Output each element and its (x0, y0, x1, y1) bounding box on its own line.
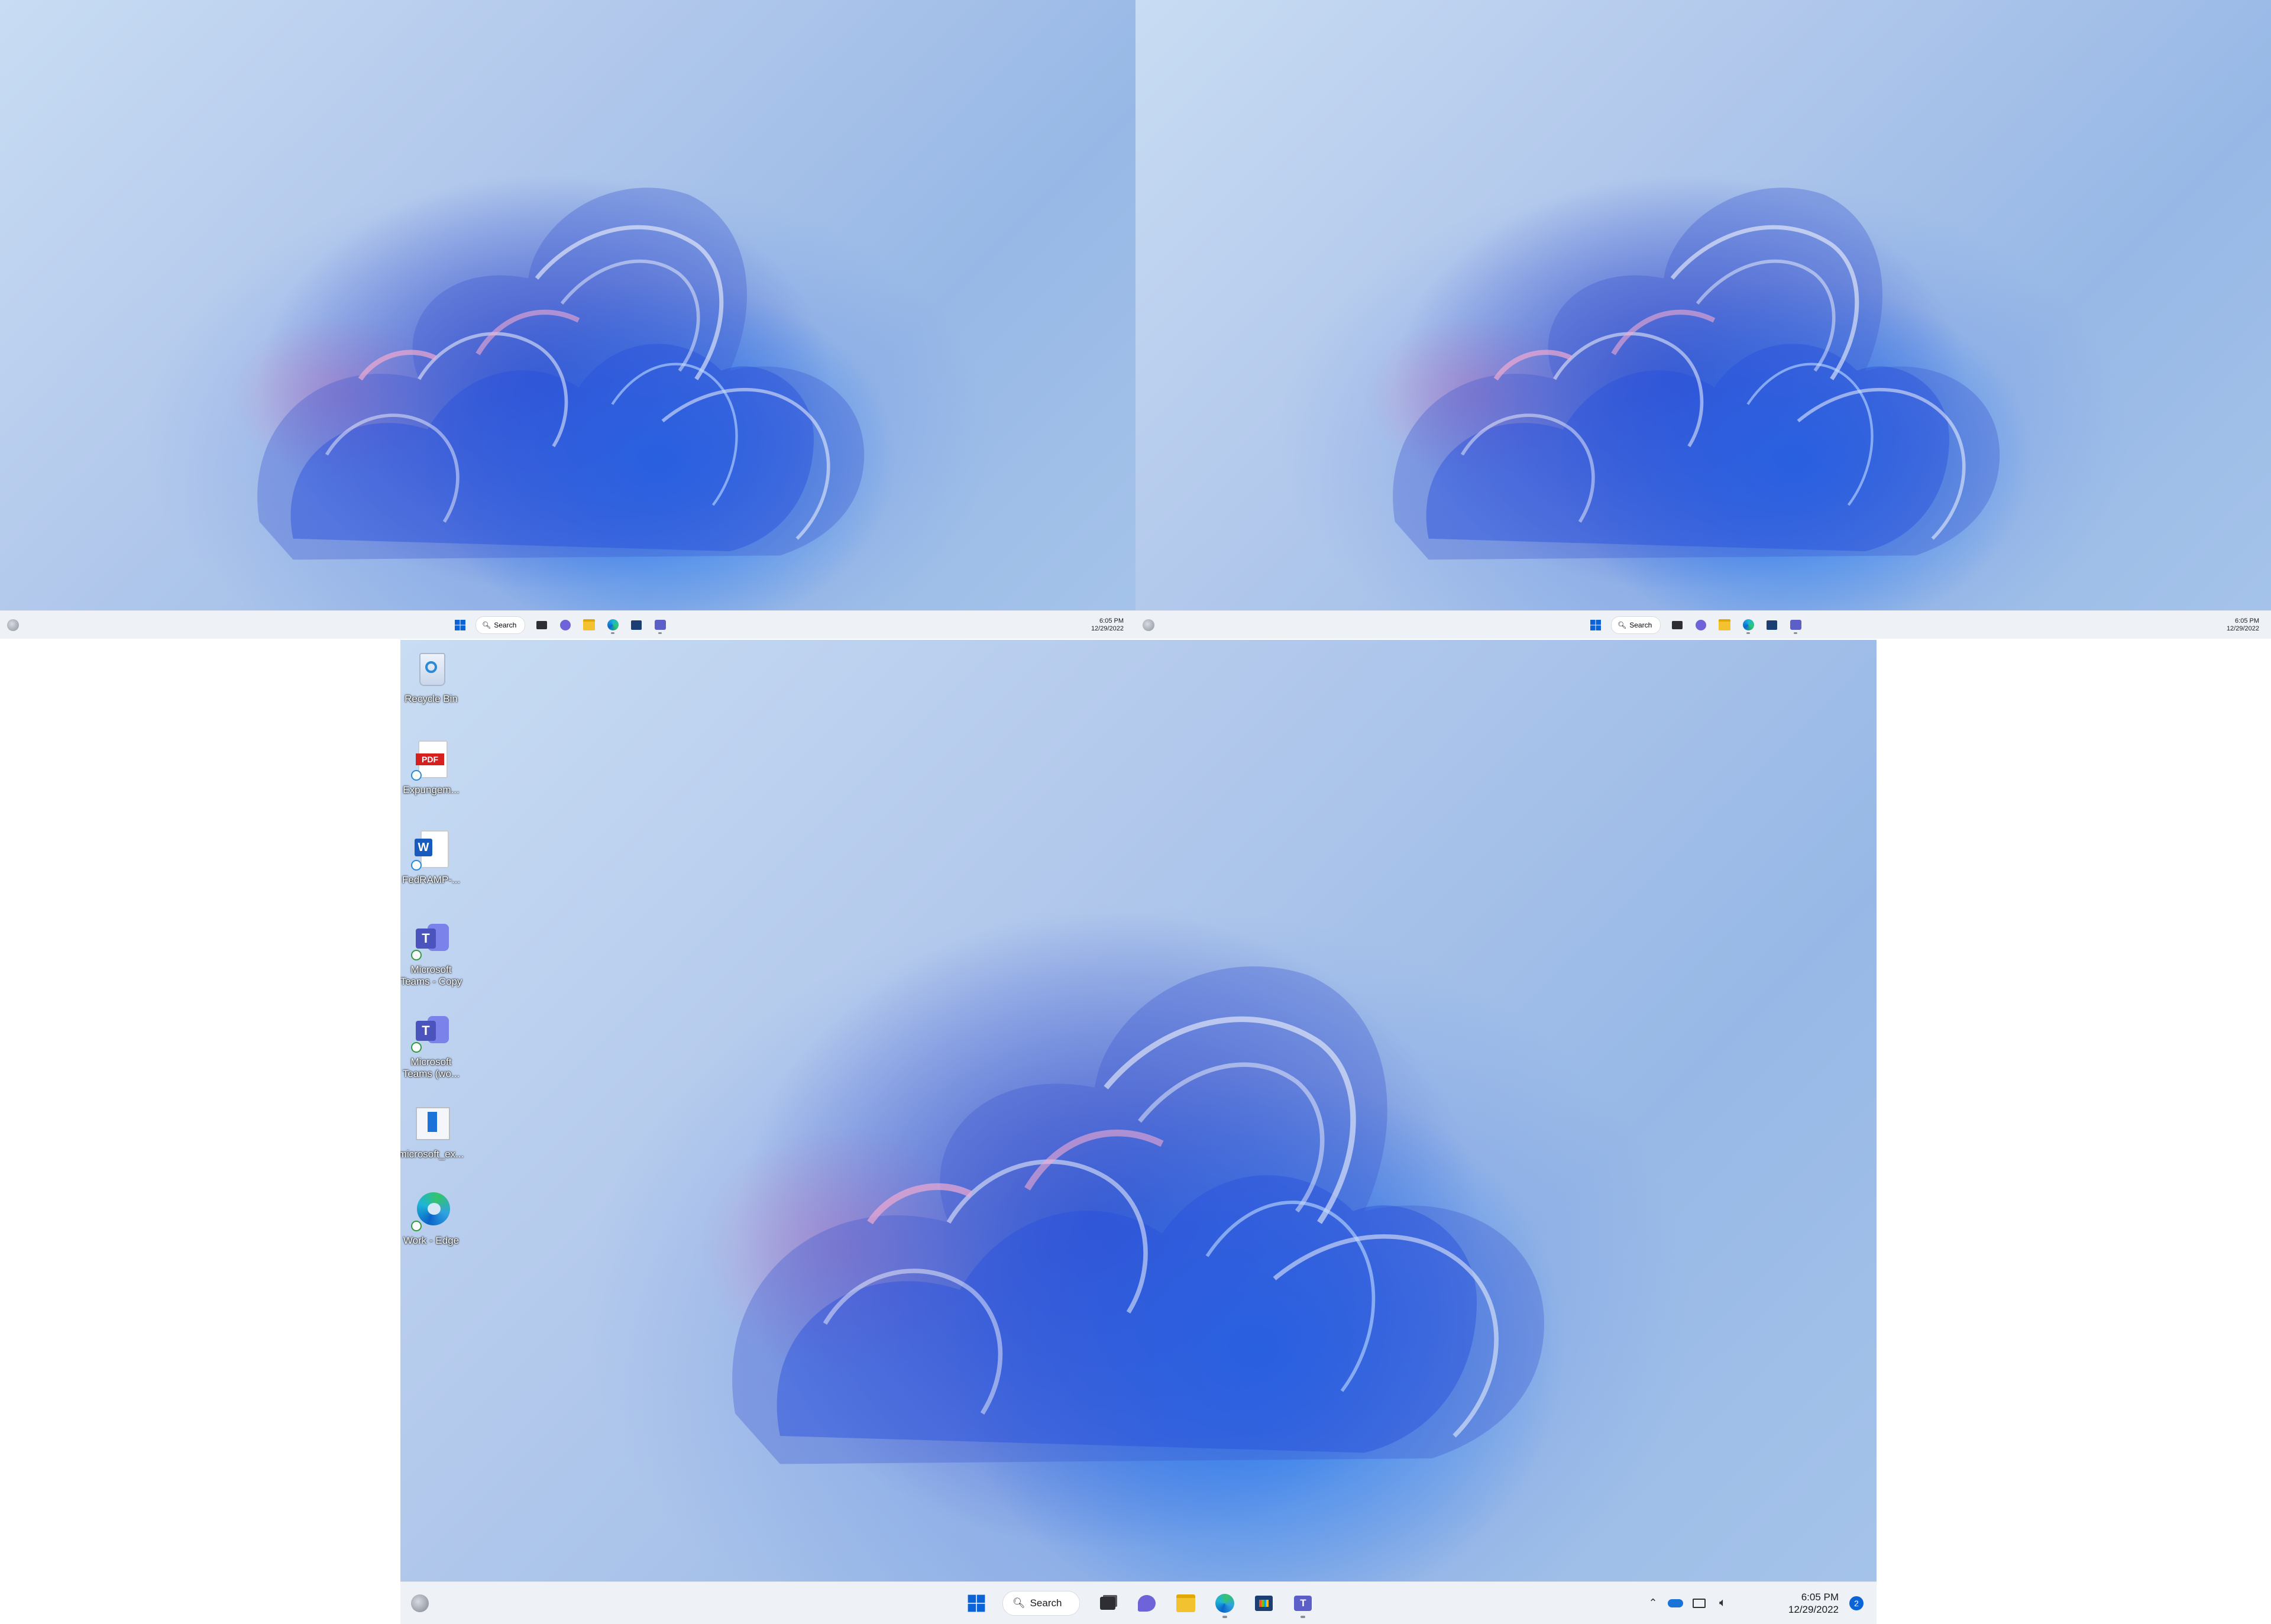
desktop-icon-label: FedRAMP-... (402, 874, 461, 885)
file-manager-icon[interactable] (1665, 614, 1689, 636)
file-explorer-icon[interactable] (1713, 614, 1736, 636)
search-icon: 🔍︎ (482, 620, 491, 629)
desktop-icon-work-edge[interactable]: Work - Edge (400, 1189, 464, 1247)
search-label: Search (1030, 1597, 1062, 1609)
desktop-icon-label: microsoft_ex... (400, 1149, 464, 1160)
pdf-file-icon: PDF (410, 738, 452, 781)
file-explorer-icon[interactable] (1166, 1587, 1205, 1620)
search-label: Search (494, 620, 517, 629)
widgets-icon[interactable] (1143, 619, 1154, 631)
search-icon: 🔍︎ (1012, 1597, 1025, 1609)
chevron-up-icon[interactable]: ⌃ (1642, 1597, 1664, 1609)
chat-icon[interactable] (1689, 614, 1713, 636)
desktop-wallpaper (1136, 0, 2271, 639)
monitor-main: Recycle Bin PDF Expungem... W FedRAMP-..… (400, 640, 1877, 1624)
recycle-bin-icon (410, 647, 452, 690)
search-icon: 🔍︎ (1617, 620, 1627, 629)
teams-icon: T (410, 918, 452, 960)
desktop-icon-label: Expungem... (403, 784, 460, 795)
desktop-icon-document[interactable]: microsoft_ex... (400, 1102, 464, 1160)
start-icon[interactable] (449, 614, 471, 636)
taskbar-clock[interactable]: 6:05 PM 12/29/2022 (1788, 1591, 1839, 1616)
desktop-icon-pdf[interactable]: PDF Expungem... (400, 738, 464, 796)
clock-time: 6:05 PM (2235, 617, 2259, 625)
clock-time: 6:05 PM (1099, 617, 1124, 625)
store-icon[interactable] (1244, 1587, 1283, 1620)
widgets-icon[interactable] (411, 1594, 429, 1612)
store-icon[interactable] (625, 614, 648, 636)
desktop-icon-recycle-bin[interactable]: Recycle Bin (400, 647, 464, 705)
monitor-top-left: 🔍︎ Search 6:05 PM 12/29/2022 (0, 0, 1136, 639)
taskbar: 🔍︎ Search 6:05 PM 12/29/2022 (0, 610, 1136, 639)
notification-badge[interactable]: 2 (1849, 1596, 1864, 1610)
desktop-icon-label: Microsoft Teams - Copy (400, 964, 462, 987)
wallpaper-bloom (1136, 0, 2271, 639)
teams-icon: T (410, 1010, 452, 1053)
store-icon[interactable] (1760, 614, 1784, 636)
word-file-icon: W (410, 828, 452, 871)
file-explorer-icon[interactable] (577, 614, 601, 636)
taskbar-clock[interactable]: 6:05 PM 12/29/2022 (2227, 617, 2259, 633)
search-box[interactable]: 🔍︎ Search (1611, 616, 1661, 634)
search-label: Search (1629, 620, 1652, 629)
desktop-wallpaper (0, 0, 1136, 639)
desktop-icon-teams-work[interactable]: T Microsoft Teams (wo... (400, 1010, 464, 1080)
clock-time: 6:05 PM (1801, 1591, 1839, 1603)
clock-date: 12/29/2022 (1788, 1603, 1839, 1615)
document-icon (410, 1102, 452, 1145)
teams-icon[interactable] (648, 614, 672, 636)
teams-icon[interactable]: T (1283, 1587, 1322, 1620)
monitor-top-right: 🔍︎ Search 6:05 PM 12/29/2022 (1136, 0, 2271, 639)
taskbar-clock[interactable]: 6:05 PM 12/29/2022 (1091, 617, 1124, 633)
chat-icon[interactable] (554, 614, 577, 636)
clock-date: 12/29/2022 (1091, 625, 1124, 632)
desktop-icon-label: Recycle Bin (405, 693, 458, 704)
taskbar: 🔍︎ Search 6:05 PM 12/29/2022 (1136, 610, 2271, 639)
network-icon[interactable] (1687, 1598, 1711, 1608)
edge-icon[interactable] (1205, 1587, 1244, 1620)
file-manager-icon[interactable] (1088, 1587, 1127, 1620)
file-manager-icon[interactable] (530, 614, 554, 636)
system-tray: ⌃ 🔈︎ (1642, 1582, 1735, 1624)
edge-icon (410, 1189, 452, 1231)
edge-icon[interactable] (601, 614, 625, 636)
notification-count: 2 (1854, 1598, 1859, 1608)
start-icon[interactable] (959, 1587, 994, 1620)
desktop-icon-label: Work - Edge (403, 1235, 460, 1246)
teams-icon[interactable] (1784, 614, 1807, 636)
desktop-icon-word-doc[interactable]: W FedRAMP-... (400, 828, 464, 886)
chat-icon[interactable] (1127, 1587, 1166, 1620)
search-box[interactable]: 🔍︎ Search (1002, 1590, 1080, 1616)
desktop-icon-teams-copy[interactable]: T Microsoft Teams - Copy (400, 918, 464, 988)
desktop-icon-label: Microsoft Teams (wo... (402, 1056, 460, 1079)
widgets-icon[interactable] (7, 619, 19, 631)
wallpaper-bloom (400, 640, 1877, 1624)
taskbar: 🔍︎ Search T ⌃ 🔈︎ 6:05 PM 12/29/2022 2 (400, 1581, 1877, 1624)
wallpaper-bloom (0, 0, 1136, 639)
desktop-wallpaper (400, 640, 1877, 1624)
onedrive-icon[interactable] (1664, 1599, 1687, 1607)
search-box[interactable]: 🔍︎ Search (475, 616, 526, 634)
edge-icon[interactable] (1736, 614, 1760, 636)
clock-date: 12/29/2022 (2226, 625, 2259, 632)
start-icon[interactable] (1585, 614, 1606, 636)
volume-icon[interactable]: 🔈︎ (1711, 1596, 1735, 1610)
